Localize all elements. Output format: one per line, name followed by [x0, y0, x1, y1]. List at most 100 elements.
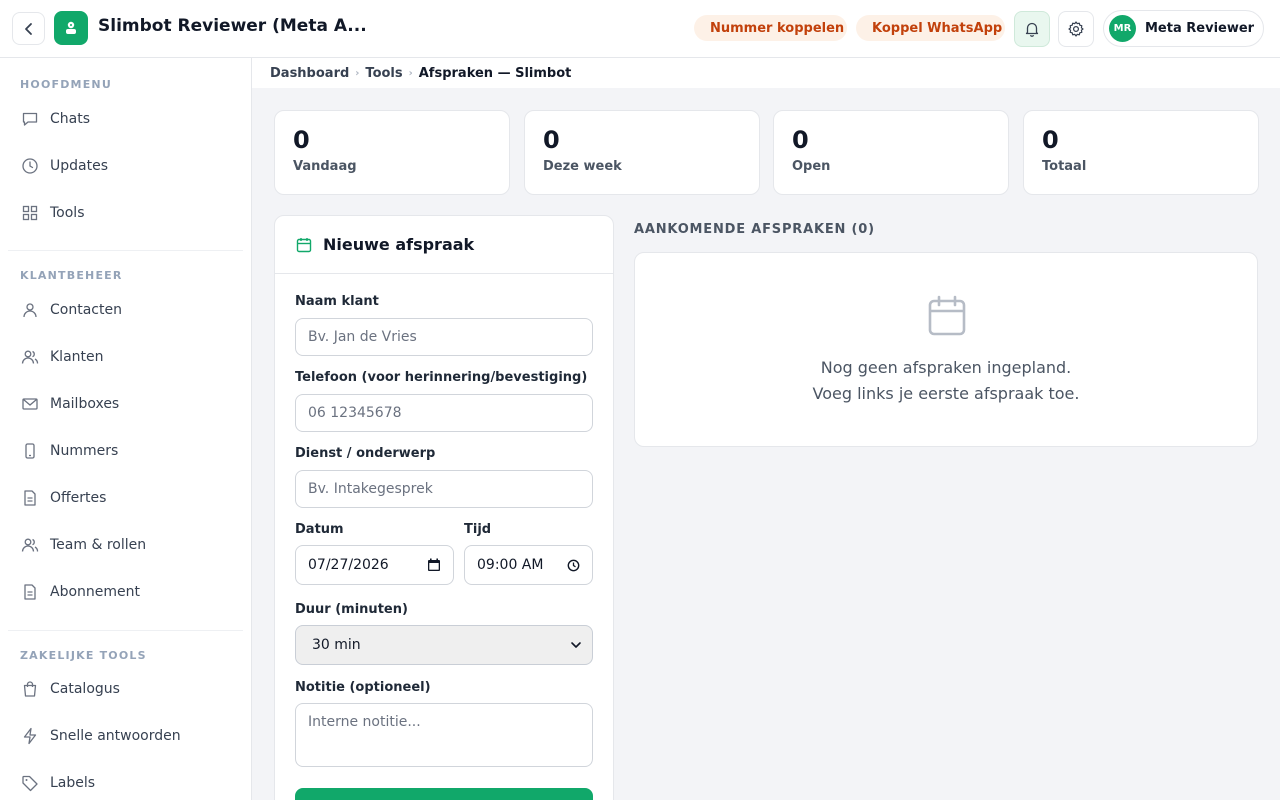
sidebar: HOOFDMENU Chats Updates Tools KLANTBEHEE…: [0, 58, 252, 800]
link-whatsapp-label: Koppel WhatsApp: [872, 20, 1003, 36]
sidebar-item-contacts[interactable]: Contacten: [8, 290, 243, 330]
phone-icon: [20, 441, 40, 461]
breadcrumb-tools[interactable]: Tools: [365, 66, 402, 81]
users-icon: [20, 347, 40, 367]
top-header: Slimbot Reviewer (Meta A... Nummer koppe…: [0, 0, 1280, 58]
phone-label: Telefoon (voor herinnering/bevestiging): [295, 370, 588, 385]
stat-value: 0: [293, 126, 310, 154]
app-logo: [54, 11, 88, 45]
breadcrumb-dashboard[interactable]: Dashboard: [270, 66, 349, 81]
section-title-main: HOOFDMENU: [20, 78, 112, 91]
user-icon: [20, 300, 40, 320]
customer-name-input[interactable]: [295, 318, 593, 356]
date-value: 07/27/2026: [308, 557, 389, 573]
calendar-icon: [928, 295, 966, 336]
note-label: Notitie (optioneel): [295, 680, 431, 695]
stat-value: 0: [543, 126, 560, 154]
phone-input[interactable]: [295, 394, 593, 432]
back-button[interactable]: [12, 12, 45, 45]
settings-button[interactable]: [1058, 11, 1094, 47]
sidebar-item-label: Tools: [50, 205, 85, 221]
sidebar-item-label: Nummers: [50, 443, 119, 459]
sidebar-item-updates[interactable]: Updates: [8, 146, 243, 186]
stat-value: 0: [1042, 126, 1059, 154]
time-input[interactable]: 09:00 AM: [464, 545, 593, 585]
note-textarea[interactable]: Interne notitie...: [295, 703, 593, 767]
calendar-icon[interactable]: [427, 558, 441, 572]
sidebar-item-label: Team & rollen: [50, 537, 147, 553]
service-label: Dienst / onderwerp: [295, 446, 436, 461]
grid-icon: [20, 203, 40, 223]
new-appointment-title: Nieuwe afspraak: [323, 235, 475, 254]
sidebar-item-label: Chats: [50, 111, 91, 127]
new-appointment-card: Nieuwe afspraak Naam klant Telefoon (voo…: [274, 215, 614, 800]
chat-icon: [20, 109, 40, 129]
link-whatsapp-pill[interactable]: Koppel WhatsApp: [856, 15, 1005, 41]
sidebar-item-quick-replies[interactable]: Snelle antwoorden: [8, 716, 243, 756]
sidebar-item-label: Contacten: [50, 302, 122, 318]
time-value: 09:00 AM: [477, 557, 544, 573]
calendar-icon: [296, 237, 312, 252]
sidebar-item-mailboxes[interactable]: Mailboxes: [8, 384, 243, 424]
chevron-left-icon: [24, 22, 32, 35]
upcoming-empty-state: Nog geen afspraken ingepland. Voeg links…: [634, 252, 1258, 447]
clock-icon: [20, 156, 40, 176]
breadcrumb-separator-icon: ›: [355, 67, 360, 79]
user-menu[interactable]: MR Meta Reviewer: [1103, 10, 1264, 47]
notifications-button[interactable]: [1014, 11, 1050, 47]
empty-state-line-1: Nog geen afspraken ingepland.: [820, 358, 1072, 377]
breadcrumb: Dashboard › Tools › Afspraken — Slimbot: [252, 58, 1280, 88]
sidebar-item-label: Snelle antwoorden: [50, 728, 181, 744]
service-input[interactable]: [295, 470, 593, 508]
stat-label: Totaal: [1042, 159, 1087, 174]
stat-value: 0: [792, 126, 809, 154]
sidebar-divider: [8, 250, 243, 251]
stat-label: Vandaag: [293, 159, 357, 174]
date-input[interactable]: 07/27/2026: [295, 545, 454, 585]
date-label: Datum: [295, 522, 344, 537]
sidebar-item-numbers[interactable]: Nummers: [8, 431, 243, 471]
mail-icon: [20, 394, 40, 414]
new-appointment-header: Nieuwe afspraak: [275, 216, 613, 274]
sidebar-item-labels[interactable]: Labels: [8, 763, 243, 800]
duration-select[interactable]: 30 min: [295, 625, 593, 665]
sidebar-item-label: Offertes: [50, 490, 107, 506]
gear-icon: [1068, 21, 1084, 37]
sidebar-item-chats[interactable]: Chats: [8, 99, 243, 139]
sidebar-item-team-roles[interactable]: Team & rollen: [8, 525, 243, 565]
bell-icon: [1025, 22, 1039, 37]
sidebar-item-subscription[interactable]: Abonnement: [8, 572, 243, 612]
link-number-pill[interactable]: Nummer koppelen: [694, 15, 847, 41]
sidebar-item-label: Updates: [50, 158, 108, 174]
duration-label: Duur (minuten): [295, 602, 408, 617]
stat-card-open: 0 Open: [773, 110, 1009, 195]
sidebar-item-label: Labels: [50, 775, 96, 791]
sidebar-item-catalog[interactable]: Catalogus: [8, 669, 243, 709]
customer-name-label: Naam klant: [295, 294, 379, 309]
sidebar-item-label: Abonnement: [50, 584, 141, 600]
sidebar-item-label: Klanten: [50, 349, 104, 365]
sidebar-item-tools[interactable]: Tools: [8, 193, 243, 233]
stat-card-total: 0 Totaal: [1023, 110, 1259, 195]
section-title-business-tools: ZAKELIJKE TOOLS: [20, 649, 147, 662]
time-label: Tijd: [464, 522, 492, 537]
sidebar-item-label: Catalogus: [50, 681, 120, 697]
tag-icon: [20, 773, 40, 793]
sidebar-item-label: Mailboxes: [50, 396, 120, 412]
submit-appointment-button[interactable]: [295, 788, 593, 800]
sidebar-item-quotes[interactable]: Offertes: [8, 478, 243, 518]
clock-icon[interactable]: [567, 559, 580, 572]
sidebar-divider: [8, 630, 243, 631]
bot-icon: [66, 21, 76, 34]
bag-icon: [20, 679, 40, 699]
chevron-down-icon: [571, 642, 581, 648]
empty-state-line-2: Voeg links je eerste afspraak toe.: [812, 384, 1080, 403]
stat-card-this-week: 0 Deze week: [524, 110, 760, 195]
sidebar-item-customers[interactable]: Klanten: [8, 337, 243, 377]
duration-value: 30 min: [312, 637, 361, 653]
section-title-clients: KLANTBEHEER: [20, 269, 123, 282]
avatar: MR: [1109, 15, 1136, 42]
breadcrumb-separator-icon: ›: [408, 67, 413, 79]
document-icon: [20, 488, 40, 508]
app-title: Slimbot Reviewer (Meta A...: [98, 16, 367, 36]
